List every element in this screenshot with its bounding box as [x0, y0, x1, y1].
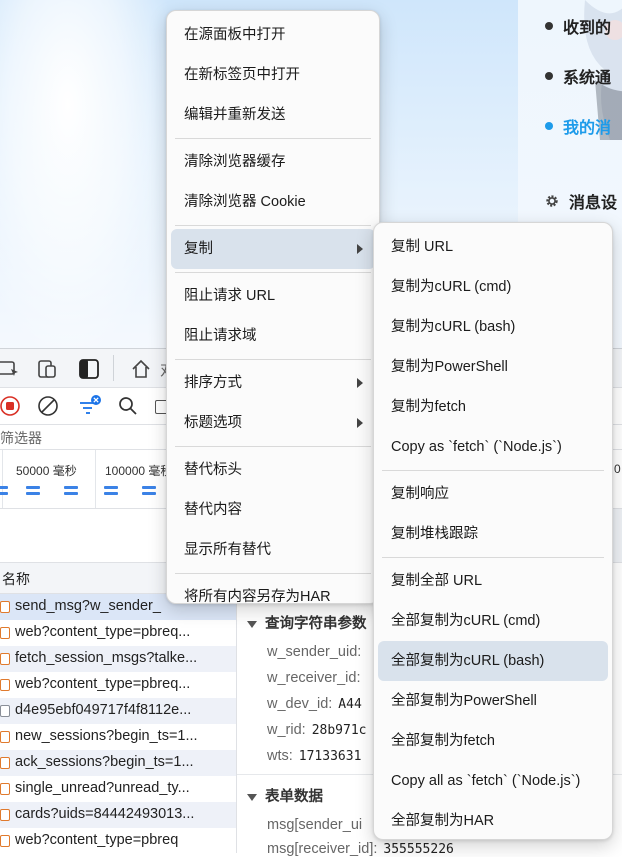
timeline-bar	[64, 486, 78, 489]
submenu-arrow-icon	[357, 244, 363, 254]
request-row[interactable]: ack_sessions?begin_ts=1...	[0, 750, 236, 776]
xhr-icon	[0, 783, 10, 795]
menu-item-header-options[interactable]: 标题选项	[171, 403, 375, 443]
document-icon	[0, 705, 10, 717]
menu-item-clear-cookies[interactable]: 清除浏览器 Cookie	[171, 182, 375, 222]
filter-input[interactable]: 筛选器	[0, 428, 42, 448]
timeline-bar	[26, 486, 40, 489]
menu-item-copy-all-as-powershell[interactable]: 全部复制为PowerShell	[378, 681, 608, 721]
clear-log-icon[interactable]	[37, 395, 59, 417]
menu-item-copy-all-as-curl-bash[interactable]: 全部复制为cURL (bash)	[378, 641, 608, 681]
menu-item-copy-all-as-har[interactable]: 全部复制为HAR	[378, 801, 608, 841]
xhr-icon	[0, 731, 10, 743]
search-icon[interactable]	[117, 395, 139, 417]
menu-separator	[175, 573, 371, 574]
timeline-bar	[64, 492, 78, 495]
menu-separator	[175, 359, 371, 360]
nav-item-replies[interactable]: 收到的	[545, 14, 611, 38]
menu-item-clear-cache[interactable]: 清除浏览器缓存	[171, 142, 375, 182]
menu-item-copy-response[interactable]: 复制响应	[378, 474, 608, 514]
menu-item-copy-all-urls[interactable]: 复制全部 URL	[378, 561, 608, 601]
timeline-tick: 50000 毫秒	[16, 464, 77, 478]
menu-item-show-all-overrides[interactable]: 显示所有替代	[171, 530, 375, 570]
menu-item-copy-all-as-fetch[interactable]: 全部复制为fetch	[378, 721, 608, 761]
device-toolbar-icon[interactable]	[36, 358, 58, 380]
menu-item-copy-as-fetch-nodejs[interactable]: Copy as `fetch` (`Node.js`)	[378, 427, 608, 467]
home-icon[interactable]	[130, 358, 152, 380]
query-param-row: w_dev_id: A44	[267, 696, 362, 712]
request-context-menu: 在源面板中打开 在新标签页中打开 编辑并重新发送 清除浏览器缓存 清除浏览器 C…	[166, 10, 380, 605]
timeline-bar	[104, 492, 118, 495]
xhr-icon	[0, 835, 10, 847]
menu-item-copy-stack-trace[interactable]: 复制堆栈跟踪	[378, 514, 608, 554]
nav-item-message-settings[interactable]: 消息设	[545, 189, 617, 213]
request-row[interactable]: web?content_type=pbreq...	[0, 620, 236, 646]
timeline-tick: 100000 毫秒	[105, 464, 173, 478]
submenu-arrow-icon	[357, 418, 363, 428]
gear-icon	[546, 195, 558, 207]
menu-item-block-request-url[interactable]: 阻止请求 URL	[171, 276, 375, 316]
menu-separator	[382, 470, 604, 471]
menu-separator	[382, 557, 604, 558]
query-param-row: w_receiver_id:	[267, 670, 361, 686]
menu-item-save-all-as-har[interactable]: 将所有内容另存为HAR	[171, 577, 375, 617]
form-param-row: msg[receiver_id]: 355555226	[267, 841, 454, 857]
request-list: send_msg?w_sender_ web?content_type=pbre…	[0, 594, 236, 854]
menu-separator	[175, 446, 371, 447]
form-data-section-title[interactable]: 表单数据	[247, 785, 323, 806]
timeline-bar	[142, 492, 156, 495]
filter-icon[interactable]	[78, 393, 102, 419]
form-param-row: msg[sender_ui	[267, 817, 363, 833]
nav-item-system[interactable]: 系统通	[545, 64, 611, 88]
query-param-row: w_rid: 28b971c	[267, 722, 367, 738]
menu-item-override-content[interactable]: 替代内容	[171, 490, 375, 530]
inspect-element-icon[interactable]	[0, 358, 22, 380]
menu-item-open-in-sources[interactable]: 在源面板中打开	[171, 15, 375, 55]
menu-item-copy-as-curl-bash[interactable]: 复制为cURL (bash)	[378, 307, 608, 347]
menu-item-sort-by[interactable]: 排序方式	[171, 363, 375, 403]
request-row[interactable]: d4e95ebf049717f4f8112e...	[0, 698, 236, 724]
dock-side-icon[interactable]	[78, 358, 100, 380]
nav-item-my-messages[interactable]: 我的消	[545, 114, 611, 138]
xhr-icon	[0, 679, 10, 691]
request-row[interactable]: cards?uids=84442493013...	[0, 802, 236, 828]
menu-item-override-headers[interactable]: 替代标头	[171, 450, 375, 490]
menu-item-copy[interactable]: 复制	[171, 229, 375, 269]
menu-item-copy-url[interactable]: 复制 URL	[378, 227, 608, 267]
menu-item-edit-and-resend[interactable]: 编辑并重新发送	[171, 95, 375, 135]
request-row[interactable]: web?content_type=pbreq	[0, 828, 236, 854]
request-row[interactable]: single_unread?unread_ty...	[0, 776, 236, 802]
record-button-icon[interactable]	[0, 395, 21, 417]
collapse-triangle-icon	[247, 620, 257, 628]
menu-separator	[175, 138, 371, 139]
timeline-bar	[142, 486, 156, 489]
menu-separator	[175, 225, 371, 226]
menu-item-open-in-new-tab[interactable]: 在新标签页中打开	[171, 55, 375, 95]
request-row[interactable]: web?content_type=pbreq...	[0, 672, 236, 698]
menu-item-copy-as-fetch[interactable]: 复制为fetch	[378, 387, 608, 427]
menu-item-copy-all-as-fetch-nodejs[interactable]: Copy all as `fetch` (`Node.js`)	[378, 761, 608, 801]
request-row[interactable]: new_sessions?begin_ts=1...	[0, 724, 236, 750]
timeline-bar	[0, 492, 8, 495]
menu-item-copy-as-curl-cmd[interactable]: 复制为cURL (cmd)	[378, 267, 608, 307]
query-param-row: w_sender_uid:	[267, 644, 362, 660]
timeline-bar	[104, 486, 118, 489]
menu-item-block-request-domain[interactable]: 阻止请求域	[171, 316, 375, 356]
xhr-icon	[0, 809, 10, 821]
menu-separator	[175, 272, 371, 273]
xhr-icon	[0, 757, 10, 769]
timeline-bar	[26, 492, 40, 495]
xhr-icon	[0, 627, 10, 639]
timeline-tick: 0	[614, 462, 621, 476]
menu-item-copy-all-as-curl-cmd[interactable]: 全部复制为cURL (cmd)	[378, 601, 608, 641]
collapse-triangle-icon	[247, 793, 257, 801]
request-row[interactable]: fetch_session_msgs?talke...	[0, 646, 236, 672]
submenu-arrow-icon	[357, 378, 363, 388]
xhr-icon	[0, 601, 10, 613]
timeline-bar	[0, 486, 8, 489]
menu-item-copy-as-powershell[interactable]: 复制为PowerShell	[378, 347, 608, 387]
copy-submenu: 复制 URL 复制为cURL (cmd) 复制为cURL (bash) 复制为P…	[373, 222, 613, 840]
xhr-icon	[0, 653, 10, 665]
query-param-row: wts: 17133631	[267, 748, 362, 764]
